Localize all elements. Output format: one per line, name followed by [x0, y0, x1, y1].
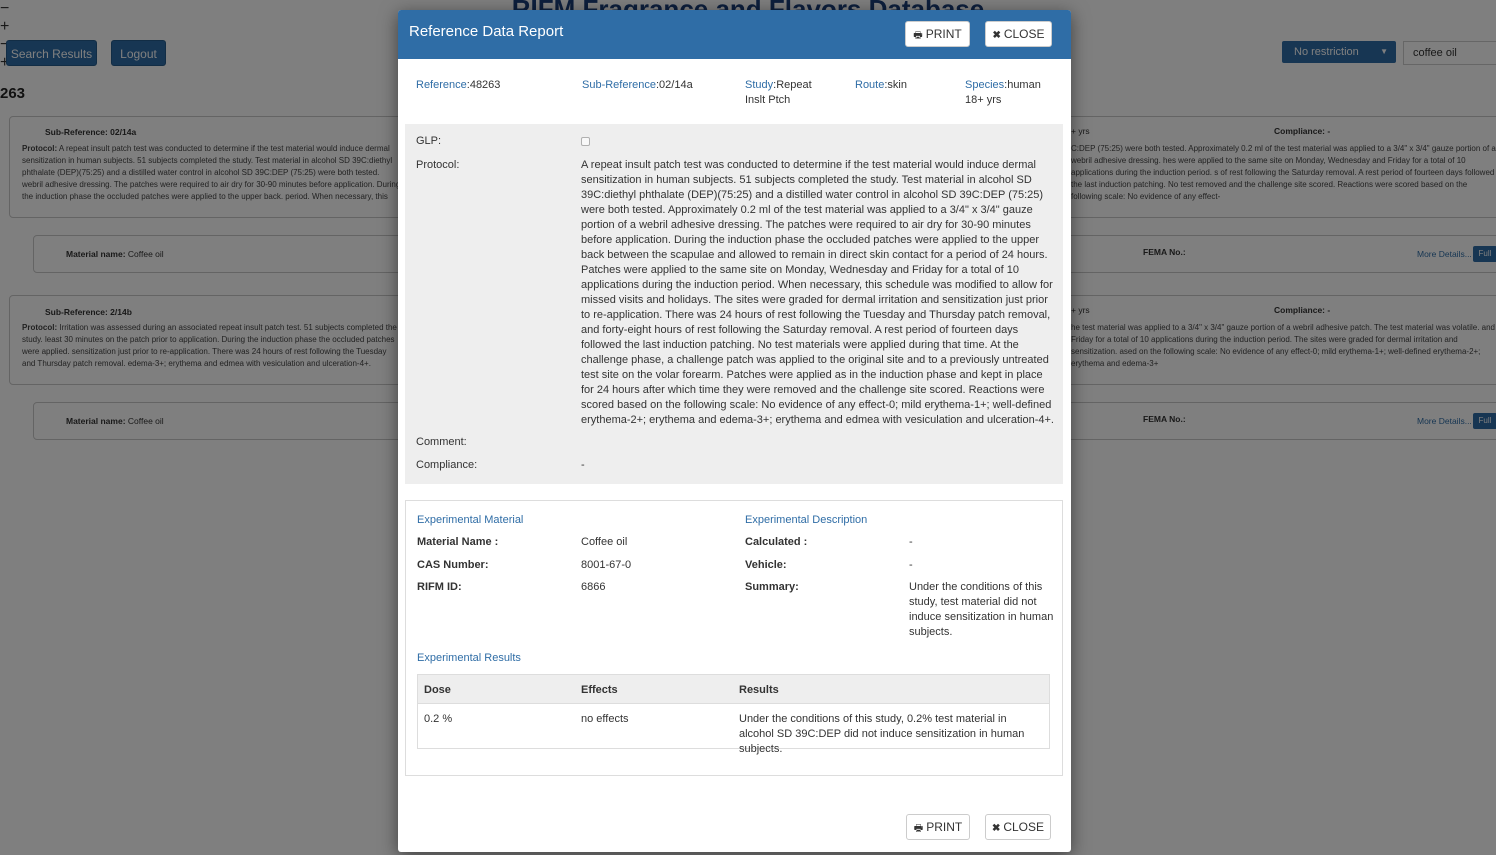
summary-label: Summary: [745, 581, 799, 593]
compliance-label: Compliance: [416, 459, 478, 471]
material-name-label: Material Name : [417, 536, 499, 548]
print-button-top[interactable]: 🖶 PRINT [905, 21, 970, 47]
modal-header: Reference Data Report 🖶 PRINT ✖ CLOSE [398, 10, 1071, 59]
print-icon: 🖶 [913, 823, 924, 834]
effects-header: Effects [581, 684, 618, 696]
experimental-material-title: Experimental Material [417, 514, 524, 526]
results-header: Results [739, 684, 779, 696]
sub-reference-field: Sub-Reference:02/14a [582, 79, 693, 91]
close-button-top[interactable]: ✖ CLOSE [985, 21, 1052, 47]
compliance-value: - [581, 459, 585, 471]
cas-number-value: 8001-67-0 [581, 559, 632, 571]
route-field: Route:skin [855, 79, 907, 91]
rifm-id-value: 6866 [581, 581, 606, 593]
vehicle-label: Vehicle: [745, 559, 787, 571]
rifm-id-label: RIFM ID: [417, 581, 462, 593]
glp-label: GLP: [416, 135, 442, 147]
vehicle-value: - [909, 559, 913, 571]
results-table-header: Dose Effects Results [418, 675, 1049, 704]
results-cell: Under the conditions of this study, 0.2%… [739, 713, 1025, 755]
close-button-bottom[interactable]: ✖ CLOSE [985, 814, 1051, 840]
protocol-label: Protocol: [416, 159, 460, 171]
print-button-bottom[interactable]: 🖶 PRINT [906, 814, 970, 840]
modal-title: Reference Data Report [409, 23, 564, 40]
calculated-value: - [909, 536, 913, 548]
calculated-label: Calculated : [745, 536, 808, 548]
summary-value: Under the conditions of this study, test… [909, 581, 1054, 638]
comment-label: Comment: [416, 436, 467, 448]
close-icon: ✖ [991, 823, 1001, 834]
experimental-results-title: Experimental Results [417, 652, 521, 664]
results-table: Dose Effects Results 0.2 % no effects Un… [417, 674, 1050, 755]
protocol-text: A repeat insult patch test was conducted… [581, 159, 1054, 426]
experimental-description-title: Experimental Description [745, 514, 868, 526]
cas-number-label: CAS Number: [417, 559, 489, 571]
dose-header: Dose [424, 684, 451, 696]
effects-cell: no effects [581, 713, 629, 725]
close-icon: ✖ [992, 30, 1001, 41]
study-field: Study:Repeat Inslt Ptch [745, 79, 812, 106]
dose-cell: 0.2 % [424, 713, 453, 725]
species-field: Species:human 18+ yrs [965, 79, 1041, 106]
reference-field: Reference:48263 [416, 79, 501, 91]
material-name-value: Coffee oil [581, 536, 628, 548]
reference-data-report-modal: Reference Data Report 🖶 PRINT ✖ CLOSE Refe… [398, 10, 1071, 852]
glp-checkbox[interactable] [581, 137, 590, 146]
print-icon: 🖶 [913, 30, 923, 41]
